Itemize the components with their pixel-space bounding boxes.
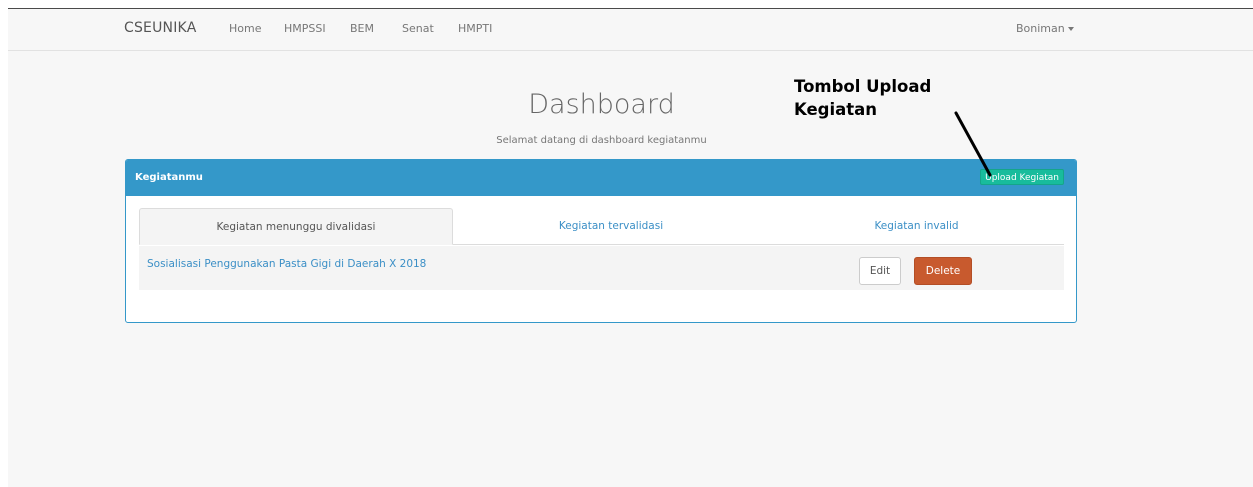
activity-title-link[interactable]: Sosialisasi Penggunakan Pasta Gigi di Da… [147, 258, 426, 270]
top-navbar: CSEUNIKA Home HMPSSI BEM Senat HMPTI Bon… [8, 9, 1253, 51]
page: CSEUNIKA Home HMPSSI BEM Senat HMPTI Bon… [8, 8, 1253, 487]
nav-link-senat[interactable]: Senat [402, 22, 434, 35]
annotation-line-1: Tombol Upload [794, 77, 932, 96]
annotation-callout: Tombol Upload Kegiatan [794, 75, 931, 121]
activities-panel: Kegiatanmu Upload Kegiatan Kegiatan menu… [125, 159, 1077, 323]
panel-heading: Kegiatanmu Upload Kegiatan [126, 160, 1076, 196]
tab-pending-validation[interactable]: Kegiatan menunggu divalidasi [139, 208, 453, 245]
user-menu-dropdown[interactable]: Boniman [1016, 22, 1074, 35]
page-subtitle: Selamat datang di dashboard kegiatanmu [496, 135, 707, 146]
nav-link-hmpssi[interactable]: HMPSSI [284, 22, 326, 35]
page-title: Dashboard [528, 89, 675, 120]
edit-button[interactable]: Edit [859, 257, 901, 285]
tab-invalid[interactable]: Kegiatan invalid [769, 208, 1064, 245]
tab-validated[interactable]: Kegiatan tervalidasi [453, 208, 769, 245]
delete-button[interactable]: Delete [914, 257, 972, 285]
nav-link-bem[interactable]: BEM [350, 22, 374, 35]
annotation-line-2: Kegiatan [794, 100, 878, 119]
upload-activity-button[interactable]: Upload Kegiatan [980, 169, 1064, 185]
panel-title: Kegiatanmu [135, 172, 203, 183]
activity-tabs: Kegiatan menunggu divalidasi Kegiatan te… [139, 208, 1064, 245]
brand-link[interactable]: CSEUNIKA [124, 20, 196, 36]
caret-down-icon [1067, 27, 1074, 31]
nav-link-hmpti[interactable]: HMPTI [458, 22, 492, 35]
activity-row: Sosialisasi Penggunakan Pasta Gigi di Da… [139, 246, 1064, 290]
user-name: Boniman [1016, 22, 1065, 35]
nav-link-home[interactable]: Home [229, 22, 261, 35]
